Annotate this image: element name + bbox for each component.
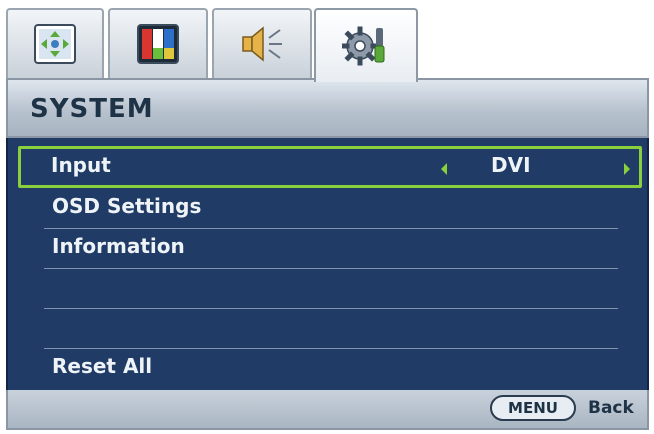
menu-item-label: Input (51, 153, 111, 177)
menu-item-osd-settings[interactable]: OSD Settings (44, 188, 618, 229)
back-label: Back (588, 398, 634, 418)
picture-adjust-icon (34, 24, 76, 68)
system-settings-icon (340, 24, 390, 70)
osd-menu: SYSTEM Input DVI OSD Settings Informatio… (6, 8, 649, 430)
input-value: DVI (491, 153, 531, 177)
tab-system[interactable] (314, 8, 418, 82)
tab-strip (6, 8, 649, 82)
tab-display[interactable] (6, 8, 104, 78)
menu-item-label: Reset All (52, 354, 153, 378)
arrow-left-icon[interactable] (441, 163, 447, 175)
menu-item-label: Information (52, 234, 185, 258)
color-bars-icon (137, 24, 179, 68)
menu-item-information[interactable]: Information (44, 228, 618, 269)
menu-item-empty (44, 308, 618, 349)
menu-header: SYSTEM (6, 78, 649, 138)
tab-color[interactable] (108, 8, 208, 78)
menu-item-input[interactable]: Input DVI (18, 146, 642, 188)
menu-item-empty (44, 268, 618, 309)
arrow-right-icon[interactable] (624, 163, 630, 175)
menu-footer: MENU Back (6, 390, 649, 430)
tab-audio[interactable] (212, 8, 312, 78)
menu-item-reset-all[interactable]: Reset All (44, 348, 618, 388)
menu-item-label: OSD Settings (52, 194, 202, 218)
speaker-icon (239, 24, 285, 68)
menu-list: Input DVI OSD Settings Information Reset… (6, 138, 649, 390)
page-title: SYSTEM (30, 94, 154, 124)
menu-button[interactable]: MENU (490, 395, 576, 421)
